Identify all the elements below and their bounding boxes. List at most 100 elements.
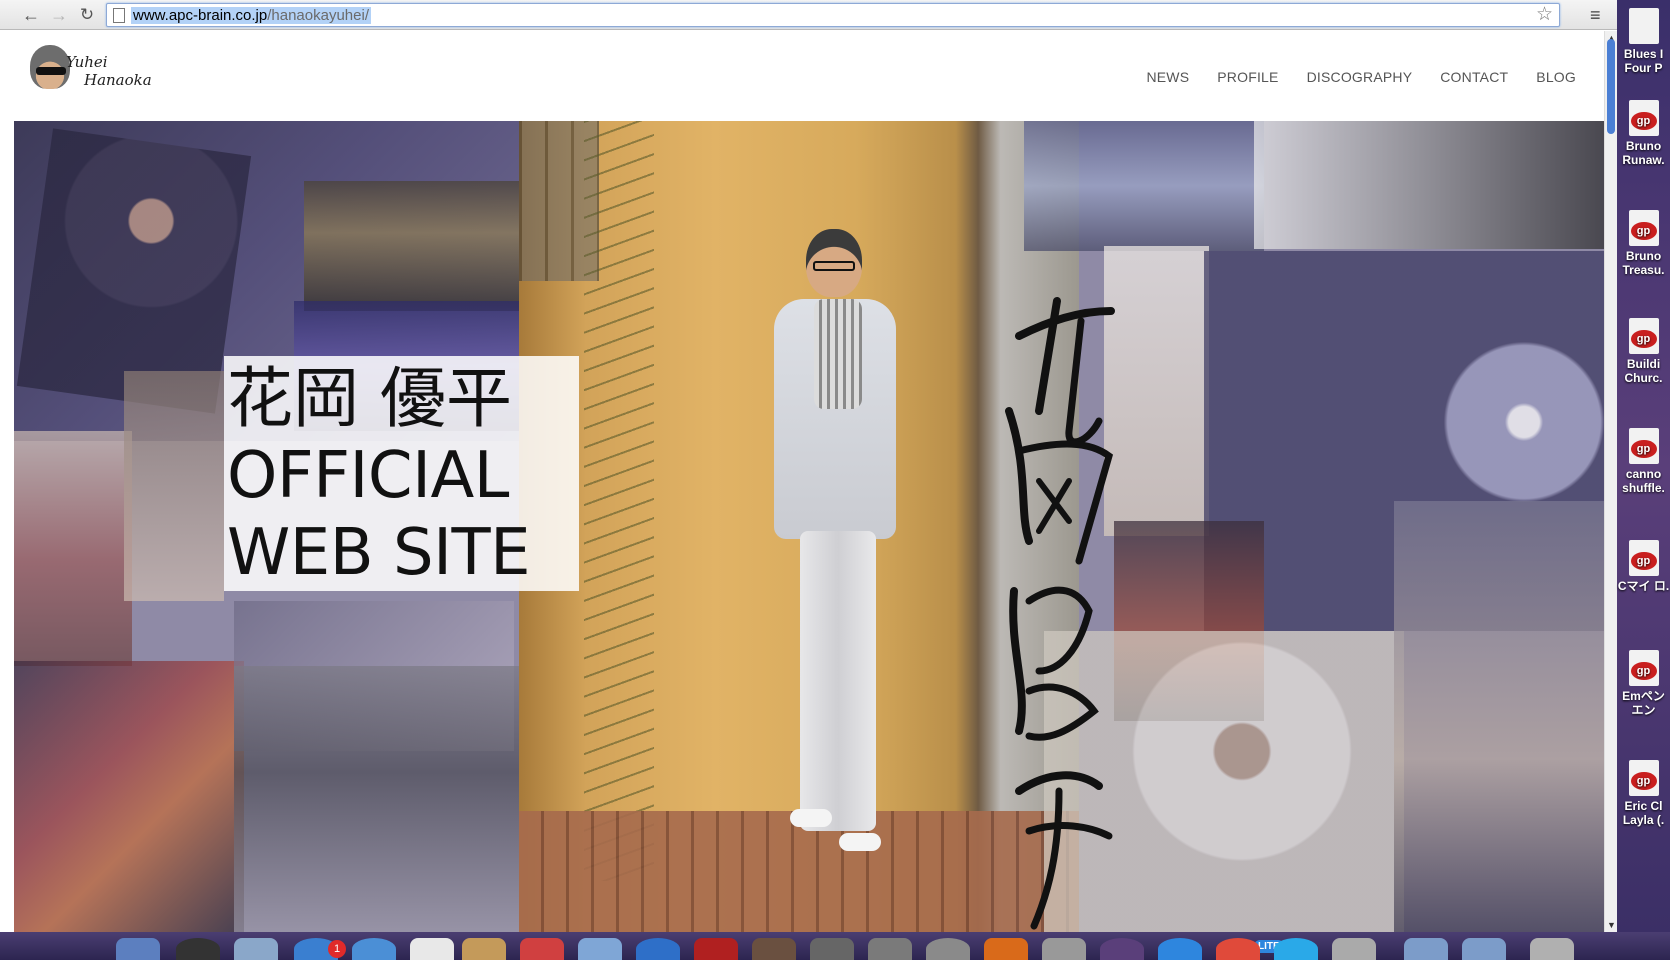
dock-app-icon[interactable] — [410, 938, 454, 960]
file-type-badge: gp — [1630, 552, 1657, 570]
dock-folder-icon[interactable] — [1404, 938, 1448, 960]
signature-calligraphy — [1005, 297, 1115, 930]
logo-text-last-name: Hanaoka — [84, 71, 152, 89]
desktop-file-label: Eric Cl Layla (. — [1622, 799, 1665, 827]
hero-title-box: 花岡 優平 OFFICIAL WEB SITE — [224, 356, 579, 591]
reload-button[interactable]: ↻ — [76, 4, 98, 26]
man-pants — [800, 531, 876, 831]
file-icon — [1628, 8, 1659, 44]
dock-pen-icon[interactable] — [868, 938, 912, 960]
nav-discography[interactable]: DISCOGRAPHY — [1307, 69, 1413, 85]
main-nav: NEWS PROFILE DISCOGRAPHY CONTACT BLOG — [1146, 69, 1576, 85]
dock-mail-icon[interactable] — [234, 938, 278, 960]
dock-safari-icon[interactable] — [352, 938, 396, 960]
dock-iphoto-icon[interactable] — [752, 938, 796, 960]
dock-app7-icon[interactable] — [1332, 938, 1376, 960]
url-text[interactable]: www.apc-brain.co.jp/hanaokayuhei/ — [131, 7, 371, 24]
desktop-file-label: canno shuffle. — [1622, 467, 1665, 495]
guitar-pro-file-icon: gp — [1628, 210, 1659, 246]
dock-app3-icon[interactable] — [1042, 938, 1086, 960]
collage-photo-rehearsal — [234, 666, 519, 932]
hero-title-japanese: 花岡 優平 — [227, 360, 512, 437]
guitar-pro-file-icon: gp — [1628, 650, 1659, 686]
page-scrollbar[interactable]: ▲ ▼ — [1604, 31, 1617, 932]
file-type-badge: gp — [1630, 772, 1657, 790]
hero-collage: 花岡 優平 OFFICIAL WEB SITE — [14, 121, 1604, 932]
collage-photo-studio — [304, 181, 519, 311]
browser-menu-icon[interactable]: ≡ — [1590, 4, 1601, 26]
dock-calendar-icon[interactable] — [520, 938, 564, 960]
browser-window: ← → ↻ www.apc-brain.co.jp/hanaokayuhei/ … — [0, 0, 1617, 932]
desktop-file[interactable]: gp Eric Cl Layla (. — [1617, 760, 1670, 827]
dock-star-icon[interactable] — [810, 938, 854, 960]
file-type-badge: gp — [1630, 662, 1657, 680]
file-type-badge: gp — [1630, 440, 1657, 458]
url-host: www.apc-brain.co.jp — [133, 7, 268, 24]
bookmark-star-icon[interactable]: ☆ — [1536, 5, 1553, 25]
scroll-down-arrow-icon[interactable]: ▼ — [1607, 920, 1616, 930]
guitar-pro-file-icon: gp — [1628, 100, 1659, 136]
guitar-pro-file-icon: gp — [1628, 760, 1659, 796]
logo-sunglasses-icon — [36, 67, 66, 75]
collage-photo-stage-right — [1394, 501, 1604, 932]
page-icon — [113, 8, 125, 23]
dock-preview-icon[interactable] — [578, 938, 622, 960]
back-button[interactable]: ← — [20, 4, 42, 26]
file-type-badge: gp — [1630, 222, 1657, 240]
desktop-file[interactable]: gp Buildi Churc. — [1617, 318, 1670, 385]
hero-vine — [584, 121, 654, 881]
guitar-pro-file-icon: gp — [1628, 540, 1659, 576]
dock-notification-badge: 1 — [328, 940, 346, 958]
desktop-file[interactable]: Blues I Four P — [1617, 8, 1670, 75]
desktop-file-label: Bruno Runaw. — [1622, 139, 1665, 167]
dock-timemachine-icon[interactable] — [926, 938, 970, 960]
page-viewport: Yuhei Hanaoka NEWS PROFILE DISCOGRAPHY C… — [14, 31, 1604, 932]
scroll-thumb[interactable] — [1607, 39, 1615, 134]
dock-photobooth-icon[interactable] — [694, 938, 738, 960]
dock-app4-icon[interactable] — [1100, 938, 1144, 960]
guitar-pro-file-icon: gp — [1628, 428, 1659, 464]
desktop-file-label: Blues I Four P — [1623, 47, 1664, 75]
desktop-file[interactable]: gp Bruno Runaw. — [1617, 100, 1670, 167]
desktop-file-label: Buildi Churc. — [1624, 357, 1663, 385]
desktop-file[interactable]: gp Bruno Treasu. — [1617, 210, 1670, 277]
address-bar[interactable]: www.apc-brain.co.jp/hanaokayuhei/ ☆ — [106, 3, 1560, 27]
logo-text-first-name: Yuhei — [66, 53, 108, 71]
forward-button[interactable]: → — [48, 4, 70, 26]
collage-photo-guitar — [1024, 121, 1264, 251]
man-shoe-left — [790, 809, 832, 827]
dock-app2-icon[interactable] — [984, 938, 1028, 960]
hero-title-official: OFFICIAL — [227, 439, 509, 513]
dock-itunes-icon[interactable] — [636, 938, 680, 960]
dock-app5-icon[interactable] — [1158, 938, 1202, 960]
nav-contact[interactable]: CONTACT — [1440, 69, 1508, 85]
nav-blog[interactable]: BLOG — [1536, 69, 1576, 85]
collage-photo-sunglasses — [14, 431, 132, 666]
desktop-file-label: Emペン エン — [1622, 689, 1665, 717]
dock-contacts-icon[interactable] — [462, 938, 506, 960]
collage-photo-desk — [124, 371, 224, 601]
url-path: /hanaokayuhei/ — [267, 7, 369, 24]
nav-profile[interactable]: PROFILE — [1217, 69, 1278, 85]
desktop-file[interactable]: gp Cマイ ロ. — [1617, 540, 1670, 593]
hero-brick-floor — [519, 811, 1079, 932]
collage-photo-piano-bw — [1254, 121, 1604, 249]
desktop-file-label: Cマイ ロ. — [1617, 579, 1670, 593]
file-type-badge: gp — [1630, 330, 1657, 348]
dock-skype-icon[interactable] — [1274, 938, 1318, 960]
dock-folder2-icon[interactable] — [1462, 938, 1506, 960]
collage-photo-concert — [14, 661, 244, 932]
collage-photo-portrait-white — [1104, 246, 1209, 536]
file-type-badge: gp — [1630, 112, 1657, 130]
man-scarf — [814, 299, 862, 409]
dock-app6-icon[interactable] — [1216, 938, 1260, 960]
dock-trash-icon[interactable] — [1530, 938, 1574, 960]
man-shoe-right — [839, 833, 881, 851]
desktop-file-column: Blues I Four P gp Bruno Runaw. gp Bruno … — [1617, 0, 1670, 932]
dock-dashboard-icon[interactable] — [176, 938, 220, 960]
browser-toolbar: ← → ↻ www.apc-brain.co.jp/hanaokayuhei/ … — [0, 0, 1617, 30]
nav-news[interactable]: NEWS — [1146, 69, 1189, 85]
desktop-file[interactable]: gp canno shuffle. — [1617, 428, 1670, 495]
desktop-file[interactable]: gp Emペン エン — [1617, 650, 1670, 717]
dock-finder-icon[interactable] — [116, 938, 160, 960]
